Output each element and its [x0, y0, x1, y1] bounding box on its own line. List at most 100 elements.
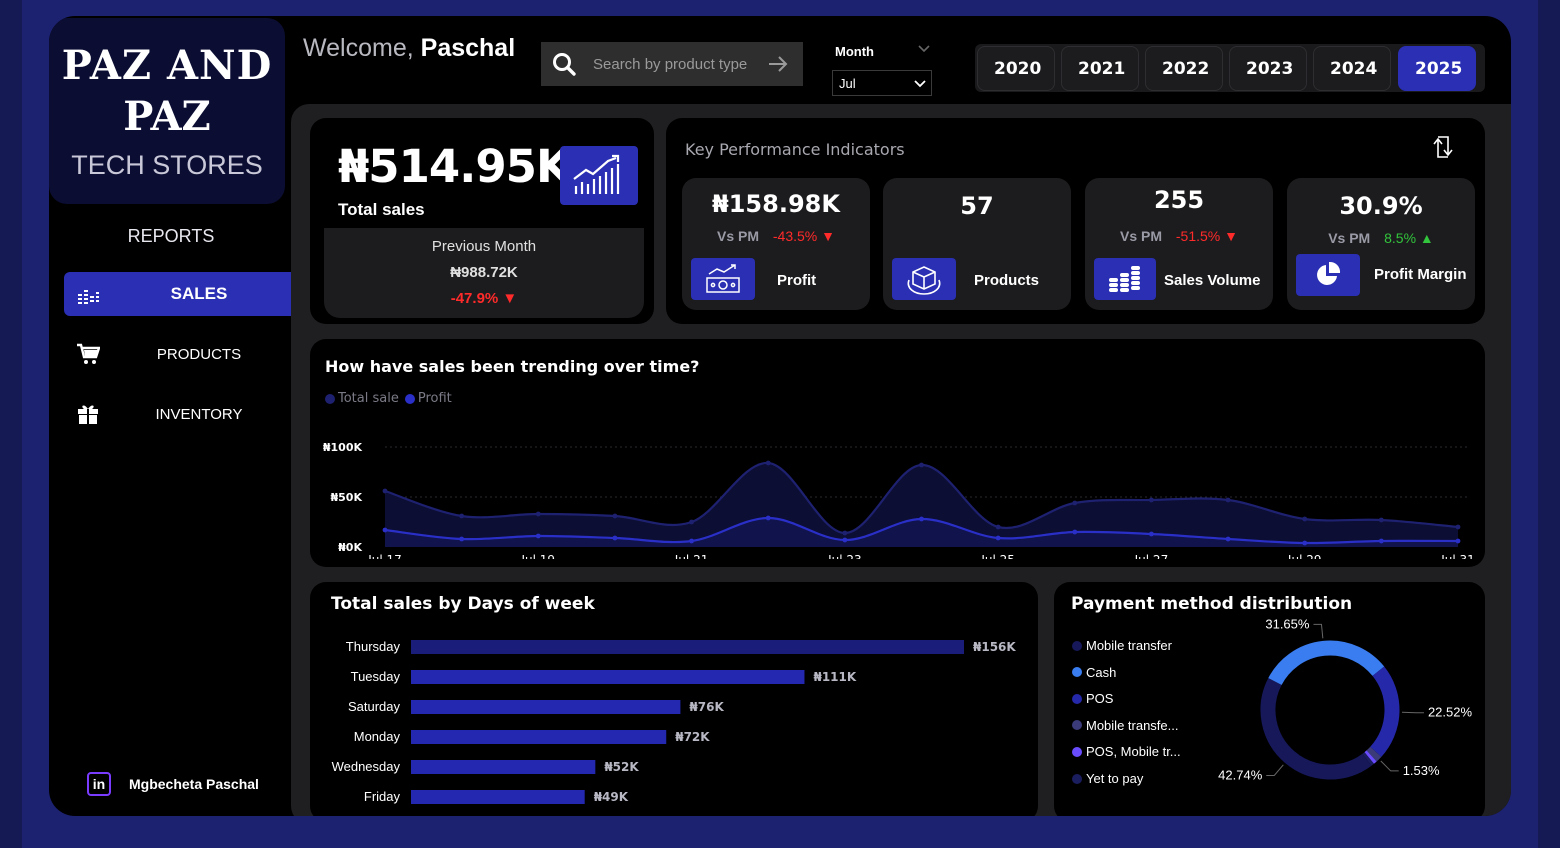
data-point[interactable] — [1302, 516, 1308, 522]
sales-trend-card: How have sales been trending over time? … — [310, 339, 1485, 567]
kpi-change: -43.5% — [772, 228, 818, 244]
slice-label: 22.52% — [1428, 705, 1473, 720]
data-point[interactable] — [382, 527, 388, 533]
data-point[interactable] — [612, 513, 618, 519]
data-point[interactable] — [1072, 500, 1078, 506]
bar[interactable] — [411, 670, 805, 684]
y-tick-label: ₦100K — [323, 441, 363, 454]
month-select[interactable]: Jul — [832, 70, 932, 96]
slice-label-leader — [1313, 623, 1324, 639]
search-icon[interactable] — [551, 51, 577, 77]
data-point[interactable] — [1149, 531, 1154, 537]
trend-down-icon: ▼ — [1224, 228, 1238, 244]
refresh-icon[interactable] — [1432, 134, 1454, 160]
brand-name-line2: PAZ — [123, 93, 211, 140]
welcome-message: Welcome, Paschal — [303, 34, 515, 63]
year-button-2021[interactable]: 2021 — [1061, 46, 1139, 91]
data-point[interactable] — [459, 513, 465, 519]
sidebar-item-inventory[interactable]: INVENTORY — [64, 392, 301, 436]
year-button-2022[interactable]: 2022 — [1145, 46, 1223, 91]
data-point[interactable] — [1072, 529, 1078, 535]
welcome-prefix: Welcome, — [303, 34, 414, 62]
donut-slice[interactable] — [1370, 666, 1400, 757]
growth-chart-icon — [560, 146, 638, 205]
data-point[interactable] — [842, 537, 848, 543]
trend-area-chart: ₦100K ₦50K ₦0K Jul 17 Jul 19 Jul 21 Jul 23 Jul … — [323, 441, 1475, 559]
search-bar[interactable] — [541, 42, 803, 86]
data-point[interactable] — [1455, 524, 1461, 530]
data-point[interactable] — [1225, 497, 1231, 503]
trend-down-icon: ▼ — [821, 228, 835, 244]
data-point[interactable] — [1455, 538, 1461, 544]
previous-month-change: -47.9% ▼ — [324, 290, 644, 307]
bar-value-label: ₦111K — [813, 670, 856, 684]
data-point[interactable] — [612, 535, 618, 541]
bar[interactable] — [411, 730, 667, 744]
x-tick-label: Jul 19 — [521, 553, 556, 559]
data-point[interactable] — [535, 533, 541, 539]
data-point[interactable] — [382, 488, 388, 494]
search-input[interactable] — [593, 52, 763, 76]
dashboard-frame: PAZ AND PAZ TECH STORES REPORTS SALES PR… — [49, 16, 1511, 816]
kpi-comparison: Vs PM -51.5% ▼ — [1085, 228, 1273, 244]
data-point[interactable] — [1378, 517, 1384, 523]
data-point[interactable] — [995, 524, 1001, 530]
year-button-2025[interactable]: 2025 — [1398, 46, 1476, 91]
legend-dot-total-sale — [325, 393, 335, 404]
data-point[interactable] — [1225, 536, 1231, 542]
bar[interactable] — [411, 760, 596, 774]
arrow-right-icon[interactable] — [767, 54, 789, 74]
slice-label: 42.74% — [1218, 767, 1263, 782]
data-point[interactable] — [919, 516, 924, 522]
bar[interactable] — [411, 640, 964, 654]
kpi-value: 255 — [1153, 186, 1205, 214]
data-point[interactable] — [689, 538, 694, 544]
outer-border-left — [0, 0, 22, 848]
data-point[interactable] — [535, 511, 541, 517]
donut-slice[interactable] — [1362, 752, 1374, 766]
data-point[interactable] — [919, 462, 924, 468]
chevron-down-icon[interactable] — [917, 44, 931, 54]
sidebar-item-sales[interactable]: SALES — [64, 272, 301, 316]
payment-donut-chart: 42.74% 31.65% 22.52% 1.53% — [1218, 616, 1473, 782]
data-point[interactable] — [459, 536, 465, 542]
donut-slice[interactable] — [1364, 750, 1377, 764]
year-button-2020[interactable]: 2020 — [977, 46, 1055, 91]
package-icon — [892, 258, 956, 300]
data-point[interactable] — [1302, 540, 1308, 546]
days-of-week-bar-chart: Thursday ₦156K Tuesday ₦111K Saturday ₦76K Mon… — [332, 639, 1016, 804]
author-link[interactable]: in Mgbecheta Paschal — [87, 772, 259, 796]
data-point[interactable] — [689, 519, 694, 525]
payment-method-card: Payment method distribution Mobile trans… — [1054, 582, 1485, 816]
data-point[interactable] — [765, 460, 771, 466]
data-point[interactable] — [1378, 538, 1384, 544]
chevron-down-icon[interactable] — [913, 79, 927, 89]
y-tick-label: ₦0K — [338, 541, 362, 554]
kpi-vs-label: Vs PM — [716, 228, 759, 244]
days-of-week-card: Total sales by Days of week Thursday ₦156… — [310, 582, 1038, 816]
data-point[interactable] — [995, 535, 1001, 541]
donut-slice[interactable] — [1260, 678, 1372, 780]
linkedin-icon[interactable]: in — [87, 772, 111, 796]
data-point[interactable] — [842, 530, 848, 536]
x-tick-label: Jul 31 — [1440, 553, 1475, 559]
year-button-2024[interactable]: 2024 — [1313, 46, 1391, 91]
donut-slice[interactable] — [1366, 746, 1382, 762]
kpi-panel-title: Key Performance Indicators — [685, 140, 905, 159]
total-sales-card: ₦514.95K Total sales Previous Month ₦988… — [310, 118, 654, 324]
total-sales-label: Total sales — [338, 200, 425, 219]
bar[interactable] — [411, 790, 585, 804]
month-filter-label: Month — [835, 44, 874, 59]
total-sales-value: ₦514.95K — [338, 140, 571, 193]
data-point[interactable] — [1149, 497, 1154, 503]
data-point[interactable] — [765, 515, 771, 521]
x-tick-label: Jul 27 — [1134, 553, 1169, 559]
sidebar-item-products[interactable]: PRODUCTS — [64, 332, 301, 376]
slice-label: 31.65% — [1265, 616, 1310, 631]
category-label: Monday — [354, 729, 401, 744]
trend-chart-title: How have sales been trending over time? — [325, 357, 700, 376]
donut-slice[interactable] — [1268, 640, 1385, 686]
kpi-value: 57 — [960, 192, 994, 220]
year-button-2023[interactable]: 2023 — [1229, 46, 1307, 91]
bar[interactable] — [411, 700, 681, 714]
